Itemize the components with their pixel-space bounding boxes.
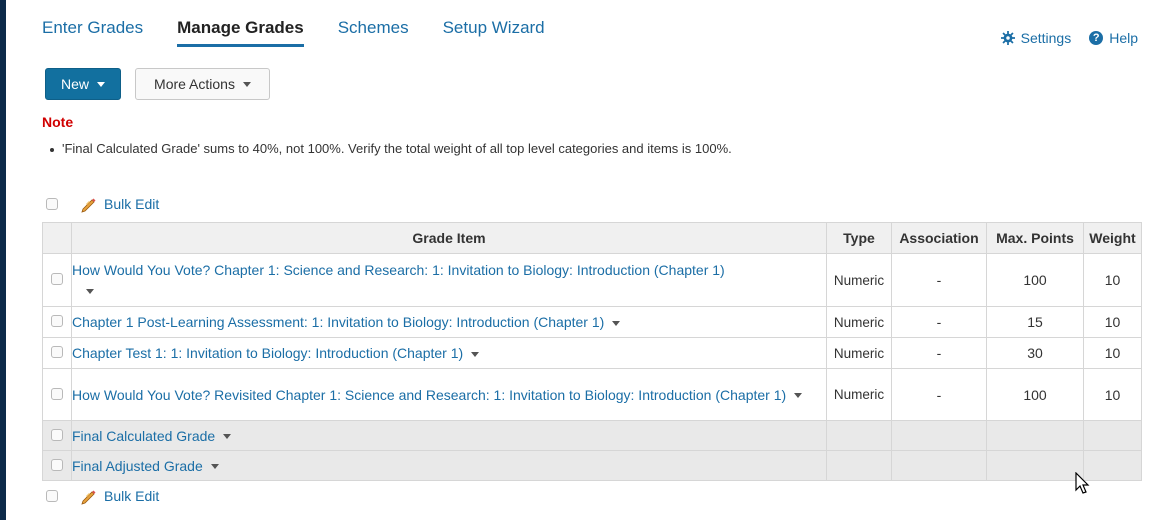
header-association[interactable]: Association: [891, 222, 987, 254]
tab-schemes[interactable]: Schemes: [338, 10, 409, 44]
bulk-edit-link[interactable]: Bulk Edit: [104, 488, 159, 504]
top-right-links: Settings ? Help: [983, 30, 1138, 46]
more-actions-label: More Actions: [154, 76, 235, 92]
tab-bar: Enter Grades Manage Grades Schemes Setup…: [42, 10, 579, 47]
help-link[interactable]: ? Help: [1089, 30, 1138, 46]
association-cell: -: [891, 337, 987, 369]
header-type[interactable]: Type: [826, 222, 892, 254]
max-points-cell: 15: [986, 306, 1084, 338]
type-cell: Numeric: [826, 253, 892, 307]
tab-setup-wizard[interactable]: Setup Wizard: [443, 10, 545, 44]
max-points-cell: 100: [986, 368, 1084, 421]
settings-label: Settings: [1020, 30, 1072, 46]
row-checkbox[interactable]: [51, 346, 63, 358]
association-cell: -: [891, 306, 987, 338]
table-row: Chapter Test 1: 1: Invitation to Biology…: [42, 337, 1142, 369]
left-edge-bar: [0, 0, 6, 520]
association-cell: -: [891, 368, 987, 421]
chevron-down-icon: [97, 81, 105, 87]
type-cell: Numeric: [826, 306, 892, 338]
grade-item-link[interactable]: Chapter 1 Post-Learning Assessment: 1: I…: [72, 314, 604, 330]
tab-manage-grades[interactable]: Manage Grades: [177, 10, 304, 47]
row-checkbox[interactable]: [51, 273, 63, 285]
type-cell: Numeric: [826, 368, 892, 421]
final-calculated-grade-link[interactable]: Final Calculated Grade: [72, 428, 215, 444]
help-label: Help: [1109, 30, 1138, 46]
note-message: 'Final Calculated Grade' sums to 40%, no…: [50, 141, 732, 156]
grade-item-link[interactable]: Chapter Test 1: 1: Invitation to Biology…: [72, 345, 463, 361]
chevron-down-icon: [242, 81, 251, 87]
row-checkbox[interactable]: [51, 387, 63, 400]
weight-cell: 10: [1083, 306, 1142, 338]
help-icon: ?: [1089, 31, 1104, 45]
type-cell: Numeric: [826, 337, 892, 369]
bulk-edit-link[interactable]: Bulk Edit: [104, 196, 159, 212]
select-all-checkbox[interactable]: [46, 490, 58, 502]
table-row: Chapter 1 Post-Learning Assessment: 1: I…: [42, 306, 1142, 338]
header-checkbox-cell: [42, 222, 72, 254]
chevron-down-icon[interactable]: [223, 434, 232, 440]
max-points-cell: 100: [986, 253, 1084, 307]
bulk-edit-bar-bottom: Bulk Edit: [46, 487, 159, 505]
weight-cell: 10: [1083, 368, 1142, 421]
bulk-edit-bar-top: Bulk Edit: [46, 195, 159, 213]
weight-cell: 10: [1083, 337, 1142, 369]
table-row: Final Calculated Grade: [42, 420, 1142, 451]
settings-link[interactable]: Settings: [1000, 30, 1072, 46]
new-button-label: New: [60, 76, 89, 92]
table-header-row: Grade Item Type Association Max. Points …: [42, 222, 1142, 254]
final-adjusted-grade-link[interactable]: Final Adjusted Grade: [72, 458, 203, 474]
row-checkbox[interactable]: [51, 428, 63, 441]
chevron-down-icon[interactable]: [794, 393, 803, 399]
chevron-down-icon[interactable]: [210, 464, 219, 470]
pencil-icon: [81, 198, 96, 213]
row-checkbox[interactable]: [51, 315, 63, 327]
grade-item-link[interactable]: How Would You Vote? Revisited Chapter 1:…: [72, 387, 786, 403]
mouse-cursor-icon: [1075, 472, 1090, 494]
tab-enter-grades[interactable]: Enter Grades: [42, 10, 143, 44]
grade-item-link[interactable]: How Would You Vote? Chapter 1: Science a…: [72, 262, 725, 278]
note-title: Note: [42, 114, 74, 130]
max-points-cell: 30: [986, 337, 1084, 369]
gear-icon: [1000, 31, 1015, 45]
more-actions-button[interactable]: More Actions: [135, 68, 270, 100]
header-max-points[interactable]: Max. Points: [986, 222, 1084, 254]
row-checkbox[interactable]: [51, 458, 63, 471]
chevron-down-icon[interactable]: [86, 288, 94, 294]
table-row: Final Adjusted Grade: [42, 450, 1142, 481]
select-all-checkbox[interactable]: [46, 198, 58, 210]
pencil-icon: [81, 490, 96, 505]
header-grade-item[interactable]: Grade Item: [71, 222, 827, 254]
chevron-down-icon[interactable]: [471, 351, 480, 357]
weight-cell: 10: [1083, 253, 1142, 307]
table-row: How Would You Vote? Chapter 1: Science a…: [42, 253, 1142, 307]
grade-items-table: Grade Item Type Association Max. Points …: [42, 222, 1142, 481]
header-weight[interactable]: Weight: [1083, 222, 1142, 254]
chevron-down-icon[interactable]: [612, 320, 621, 326]
new-button[interactable]: New: [45, 68, 121, 100]
association-cell: -: [891, 253, 987, 307]
table-row: How Would You Vote? Revisited Chapter 1:…: [42, 368, 1142, 421]
